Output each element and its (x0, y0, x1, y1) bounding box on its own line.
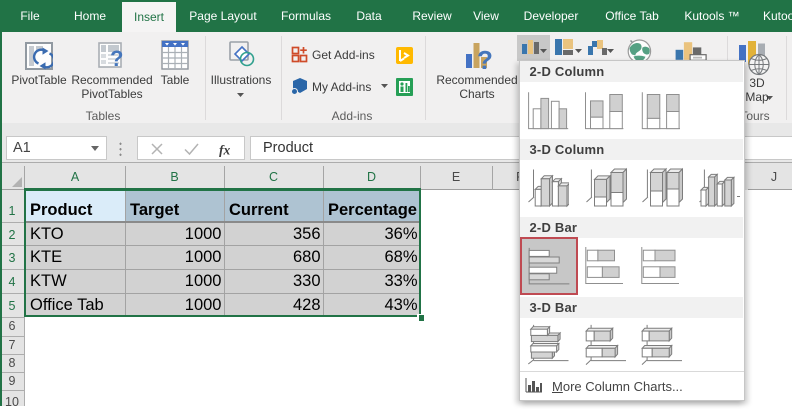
svg-text:?: ? (477, 45, 492, 71)
svg-text:fx: fx (219, 143, 230, 158)
svg-text:?: ? (110, 46, 123, 70)
